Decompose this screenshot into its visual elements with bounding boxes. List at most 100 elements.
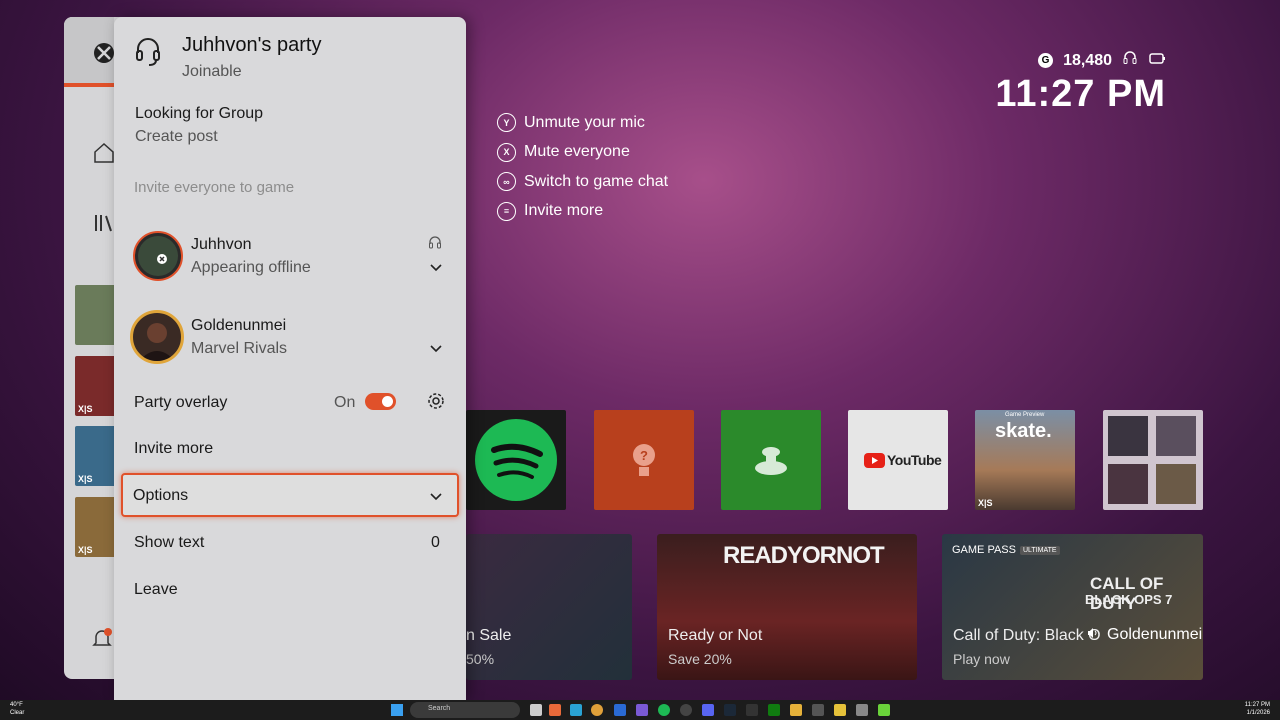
svg-text:?: ? [640, 448, 648, 463]
party-overlay-row[interactable]: Party overlay On [114, 382, 466, 422]
windows-start-icon[interactable] [391, 704, 403, 716]
app-icon[interactable] [856, 704, 868, 716]
clock: 11:27 PM [995, 73, 1166, 115]
taskbar-search[interactable]: Search [410, 702, 520, 718]
cod-art-sub: BLACK OPS 7 [1085, 592, 1173, 607]
taskbar-clock[interactable]: 11:27 PM 1/1/2026 [1245, 701, 1270, 717]
app-icon[interactable] [834, 704, 846, 716]
game-pass-badge: GAME PASS ULTIMATE [952, 544, 1060, 556]
tile-youtube[interactable]: YouTube [848, 410, 948, 510]
tile-store[interactable] [721, 410, 821, 510]
app-icon[interactable] [812, 704, 824, 716]
app-icon[interactable] [636, 704, 648, 716]
status-hud: G 18,480 11:27 PM [995, 50, 1166, 116]
party-overlay-state: On [334, 394, 356, 411]
card-title: Call of Duty: Black O [953, 627, 1101, 644]
app-icon[interactable] [530, 704, 542, 716]
avatar [130, 310, 184, 364]
avatar [133, 231, 183, 281]
hint-label: Switch to game chat [524, 172, 669, 190]
chevron-down-icon[interactable] [429, 263, 443, 273]
lightbulb-icon: ? [633, 444, 655, 476]
hint-mute-everyone[interactable]: X Mute everyone [497, 138, 668, 168]
party-overlay-toggle[interactable] [365, 393, 396, 410]
controller-hints: Y Unmute your mic X Mute everyone ∞ Switch … [497, 108, 668, 226]
recent-game-tile[interactable]: X|S [75, 356, 119, 416]
member-status: Appearing offline [191, 259, 311, 276]
weather-widget[interactable]: 40°F Clear [10, 701, 24, 717]
skate-logo: skate. [995, 420, 1052, 442]
hint-invite-more[interactable]: ≡ Invite more [497, 197, 668, 227]
app-icon[interactable] [680, 704, 692, 716]
folder-icon[interactable] [790, 704, 802, 716]
party-overlay-label: Party overlay [134, 394, 228, 411]
view-button-icon: ∞ [497, 172, 516, 192]
home-icon[interactable] [92, 141, 116, 165]
profile-photo [139, 323, 175, 361]
member-name: Goldenunmei [191, 317, 287, 334]
headset-status-icon [1122, 50, 1138, 71]
speaker-name: Goldenunmei [1107, 626, 1203, 643]
hint-unmute-mic[interactable]: Y Unmute your mic [497, 108, 668, 138]
taskbar: 40°F Clear Search 11:27 PM 1/1/2026 [0, 700, 1280, 720]
app-icon[interactable] [878, 704, 890, 716]
app-icon[interactable] [614, 704, 626, 716]
recent-game-tile[interactable] [75, 285, 119, 345]
tile-skate[interactable]: Game Preview skate. X|S [975, 410, 1075, 510]
party-panel: Juhhvon's party Joinable Looking for Gro… [114, 17, 466, 700]
speaking-indicator: Goldenunmei [1087, 626, 1202, 644]
recent-game-tile[interactable]: X|S [75, 426, 119, 486]
party-status: Joinable [182, 63, 242, 80]
gamerscore-icon: G [1038, 53, 1054, 68]
gamerscore: 18,480 [1063, 51, 1112, 69]
steam-icon[interactable] [724, 704, 736, 716]
notification-bell-icon[interactable] [90, 627, 114, 651]
speaker-icon [1087, 626, 1099, 644]
app-icon[interactable] [549, 704, 561, 716]
tile-group[interactable] [1103, 410, 1203, 510]
store-icon [755, 447, 787, 475]
xbox-logo-icon [94, 43, 114, 63]
leave-button[interactable]: Leave [134, 581, 178, 599]
hint-label: Unmute your mic [524, 113, 645, 131]
chrome-icon[interactable] [591, 704, 603, 716]
menu-button-icon: ≡ [497, 201, 516, 221]
member-headset-icon [429, 236, 441, 249]
guide-header [64, 17, 114, 87]
member-name: Juhhvon [191, 236, 252, 253]
tile-spotify[interactable] [466, 410, 566, 510]
youtube-icon [864, 452, 885, 468]
card-subtitle: Save 20% [668, 651, 732, 667]
discord-icon[interactable] [702, 704, 714, 716]
looking-for-group-item[interactable]: Looking for Group Create post [114, 97, 466, 157]
card-ready-or-not[interactable]: READYORNOT Ready or Not Save 20% [657, 534, 917, 680]
party-member-juhhvon[interactable]: Juhhvon Appearing offline [114, 227, 466, 287]
chevron-down-icon[interactable] [429, 344, 443, 354]
recent-game-tile[interactable]: X|S [75, 497, 119, 557]
party-member-goldenunmei[interactable]: Goldenunmei Marvel Rivals [114, 308, 466, 368]
card-title: n Sale [466, 627, 512, 644]
app-icon[interactable] [746, 704, 758, 716]
card-subtitle: 50% [466, 651, 495, 667]
lfg-subtitle: Create post [135, 128, 218, 145]
library-icon[interactable] [92, 211, 116, 235]
edge-icon[interactable] [570, 704, 582, 716]
hint-label: Invite more [524, 202, 604, 220]
show-text-row[interactable]: Show text 0 [114, 524, 466, 560]
xbox-series-badge: X|S [978, 498, 993, 508]
tile-tips[interactable]: ? [594, 410, 694, 510]
spotify-taskbar-icon[interactable] [658, 704, 670, 716]
ready-or-not-art: READYORNOT [723, 542, 885, 569]
options-label: Options [133, 487, 189, 504]
card-sale[interactable]: n Sale 50% [466, 534, 632, 680]
card-call-of-duty[interactable]: GAME PASS ULTIMATE CALL OF DUTY BLACK OP… [942, 534, 1203, 680]
gear-icon[interactable] [426, 391, 446, 411]
member-status: Marvel Rivals [191, 340, 288, 357]
options-dropdown[interactable]: Options [121, 473, 459, 517]
show-text-count: 0 [431, 534, 440, 551]
xbox-icon[interactable] [768, 704, 780, 716]
x-button-icon: X [497, 142, 516, 162]
invite-more-button[interactable]: Invite more [134, 440, 213, 458]
invite-everyone-to-game: Invite everyone to game [134, 179, 295, 196]
hint-switch-game-chat[interactable]: ∞ Switch to game chat [497, 167, 668, 197]
